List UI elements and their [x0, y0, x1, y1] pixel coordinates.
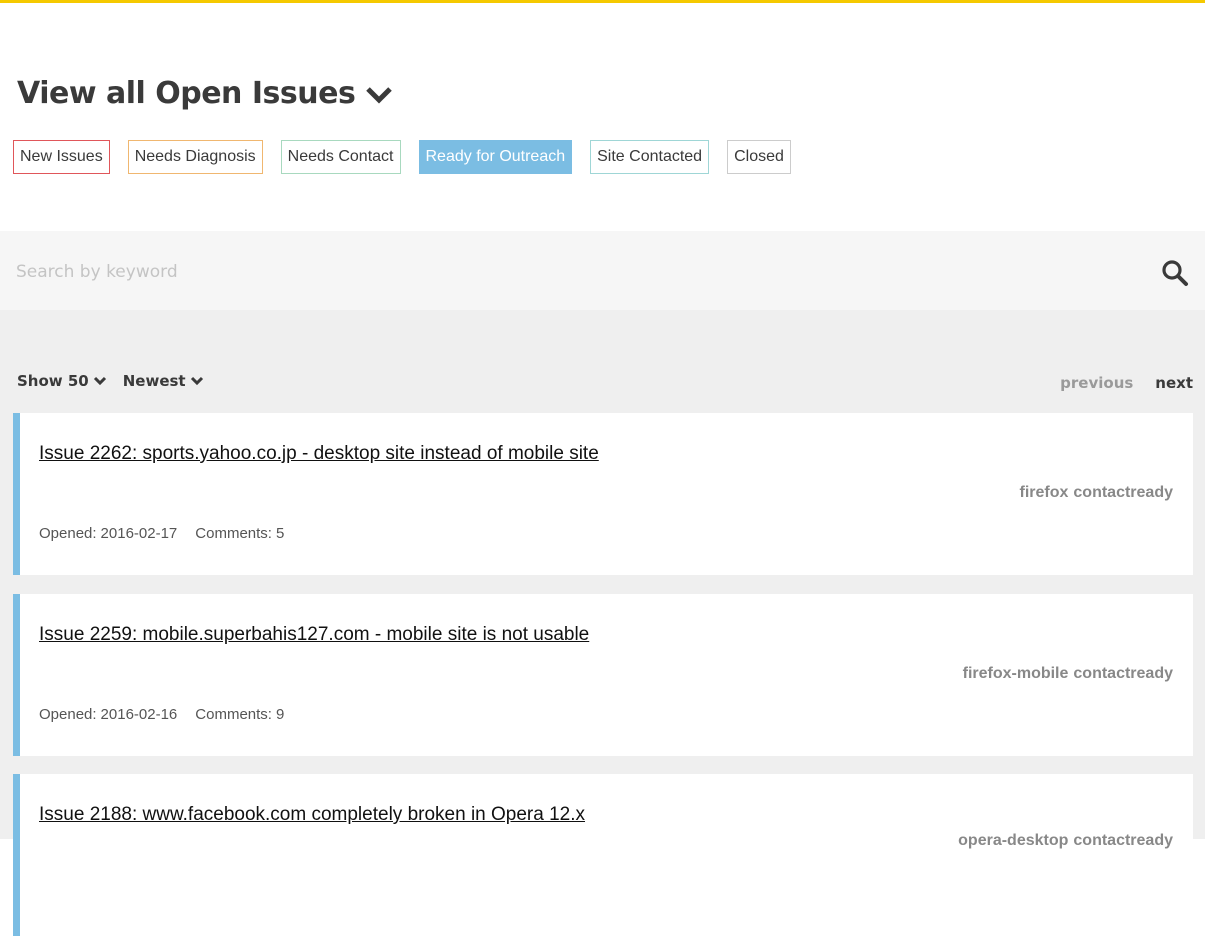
- issue-opened: Opened: 2016-02-17: [39, 525, 177, 542]
- filter-closed[interactable]: Closed: [727, 140, 791, 174]
- issue-label[interactable]: opera-desktop: [958, 832, 1068, 850]
- pagination: previous next: [1060, 374, 1193, 392]
- comments-label: Comments:: [195, 525, 272, 542]
- filter-site-contacted[interactable]: Site Contacted: [590, 140, 710, 174]
- comments-count: 9: [275, 706, 285, 723]
- opened-date: 2016-02-16: [100, 706, 178, 723]
- search-icon[interactable]: [1161, 259, 1189, 287]
- issue-comments: Comments: 5: [195, 525, 284, 542]
- opened-label: Opened:: [39, 706, 97, 723]
- opened-label: Opened:: [39, 525, 97, 542]
- comments-count: 5: [275, 525, 285, 542]
- issue-label[interactable]: firefox: [1020, 484, 1069, 502]
- issue-title-link[interactable]: Issue 2262: sports.yahoo.co.jp - desktop…: [39, 441, 599, 466]
- filter-ready-for-outreach[interactable]: Ready for Outreach: [418, 140, 573, 174]
- page-title[interactable]: View all Open Issues: [17, 76, 393, 111]
- issue-labels: firefox contactready: [1020, 484, 1174, 502]
- chevron-down-icon: [366, 86, 393, 104]
- show-count-label: Show 50: [17, 372, 89, 390]
- chevron-down-icon: [190, 376, 203, 386]
- issue-card: Issue 2262: sports.yahoo.co.jp - desktop…: [13, 413, 1193, 575]
- issue-label[interactable]: firefox-mobile: [963, 665, 1069, 683]
- issue-title-link[interactable]: Issue 2188: www.facebook.com completely …: [39, 802, 659, 827]
- filter-needs-diagnosis[interactable]: Needs Diagnosis: [127, 140, 263, 174]
- issue-opened: Opened: 2016-02-16: [39, 706, 177, 723]
- page-title-text: View all Open Issues: [17, 76, 356, 111]
- search-bar: [0, 231, 1205, 310]
- next-page-link[interactable]: next: [1155, 374, 1193, 392]
- issue-label[interactable]: contactready: [1073, 484, 1173, 502]
- search-input[interactable]: [14, 255, 1138, 289]
- filter-new-issues[interactable]: New Issues: [13, 140, 110, 174]
- status-filter-bar: New Issues Needs Diagnosis Needs Contact…: [13, 140, 791, 174]
- comments-label: Comments:: [195, 706, 272, 723]
- top-accent-bar: [0, 0, 1205, 3]
- issue-card: Issue 2188: www.facebook.com completely …: [13, 774, 1193, 936]
- issue-card: Issue 2259: mobile.superbahis127.com - m…: [13, 594, 1193, 756]
- issue-label[interactable]: contactready: [1073, 832, 1173, 850]
- opened-date: 2016-02-17: [100, 525, 178, 542]
- issue-title-link[interactable]: Issue 2259: mobile.superbahis127.com - m…: [39, 622, 599, 647]
- issue-meta: Opened: 2016-02-16 Comments: 9: [39, 706, 284, 723]
- issue-labels: firefox-mobile contactready: [963, 665, 1173, 683]
- issue-labels: opera-desktop contactready: [958, 832, 1173, 850]
- list-controls: Show 50 Newest: [17, 372, 204, 390]
- issue-meta: Opened: 2016-02-17 Comments: 5: [39, 525, 284, 542]
- filter-needs-contact[interactable]: Needs Contact: [280, 140, 401, 174]
- chevron-down-icon: [93, 376, 106, 386]
- issue-label[interactable]: contactready: [1073, 665, 1173, 683]
- sort-dropdown[interactable]: Newest: [123, 372, 204, 390]
- sort-label: Newest: [122, 372, 186, 390]
- previous-page-link[interactable]: previous: [1060, 374, 1133, 392]
- issue-comments: Comments: 9: [195, 706, 284, 723]
- show-count-dropdown[interactable]: Show 50: [17, 372, 107, 390]
